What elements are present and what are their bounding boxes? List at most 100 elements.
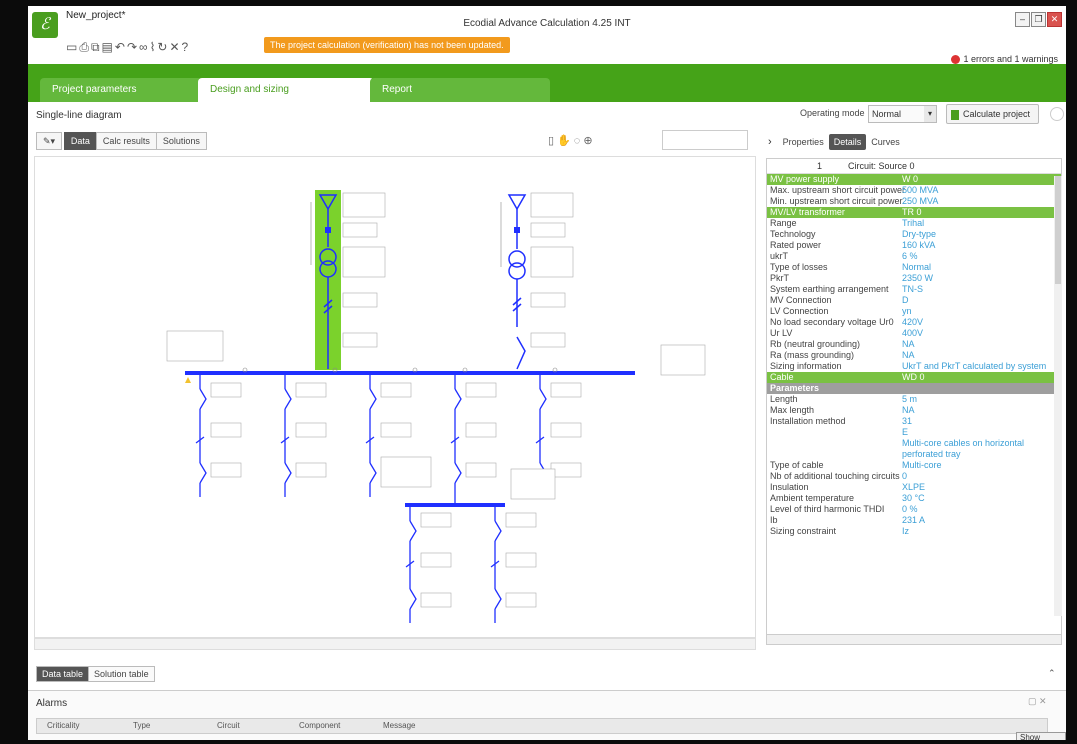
details-row[interactable]: Insulation XLPE [767, 482, 1061, 493]
calculate-project-button[interactable]: Calculate project [946, 104, 1040, 124]
column-circuit[interactable]: Circuit [217, 719, 240, 733]
chevron-up-icon[interactable]: ⌃ [1048, 668, 1056, 679]
operating-mode-select[interactable]: Normal ▾ [868, 105, 937, 123]
diagram-search-input[interactable] [662, 130, 748, 150]
details-row[interactable]: LV Connection yn [767, 306, 1061, 317]
tab-project-parameters[interactable]: Project parameters [40, 78, 202, 102]
details-row-value [902, 383, 1061, 394]
tab-curves[interactable]: Curves [866, 134, 905, 150]
details-row-value: UkrT and PkrT calculated by system [902, 361, 1047, 371]
details-row[interactable]: Cable WD 0 [767, 372, 1061, 383]
zoom-icon[interactable]: ⊕ [583, 135, 595, 147]
toolbar: ▭⎙⧉▤↶↷∞⌇↻✕? [66, 40, 190, 55]
redo-icon[interactable]: ↷ [127, 40, 139, 54]
details-row[interactable]: MV Connection D [767, 295, 1061, 306]
pen-dropdown-button[interactable]: ✎▾ [36, 132, 63, 150]
details-row[interactable]: PkrT 2350 W [767, 273, 1061, 284]
diagram-horizontal-scrollbar[interactable] [34, 638, 756, 650]
details-row-value: 2350 W [902, 273, 934, 283]
details-row[interactable]: Range Trihal [767, 218, 1061, 229]
delete-icon[interactable]: ✕ [169, 40, 181, 54]
tab-design-and-sizing[interactable]: Design and sizing [198, 78, 374, 102]
details-row[interactable]: Ra (mass grounding) NA [767, 350, 1061, 361]
canvas-tools: ▯✋◌⊕ [548, 134, 596, 147]
single-line-diagram[interactable] [34, 156, 756, 638]
print-icon[interactable]: ⎙ [79, 40, 91, 54]
column-message[interactable]: Message [383, 719, 415, 733]
details-header: 1 Circuit: Source 0 [767, 159, 1061, 174]
column-type[interactable]: Type [133, 719, 150, 733]
chevron-right-icon[interactable]: › [768, 136, 778, 148]
rotate-icon[interactable]: ↻ [157, 40, 169, 54]
details-row-value: TN-S [902, 284, 923, 294]
tab-data-table[interactable]: Data table [36, 666, 90, 682]
data-view-button[interactable]: Data [63, 132, 97, 150]
details-row-value: Dry-type [902, 229, 937, 239]
details-row[interactable]: System earthing arrangement TN-S [767, 284, 1061, 295]
panel-options-icon[interactable] [1050, 107, 1064, 121]
solutions-view-button[interactable]: Solutions [155, 132, 207, 150]
close-icon[interactable]: ✕ [1047, 12, 1062, 27]
details-row-value: 6 % [902, 251, 918, 261]
undo-icon[interactable]: ↶ [115, 40, 127, 54]
details-row[interactable]: Min. upstream short circuit power 250 MVA [767, 196, 1061, 207]
tab-solution-table[interactable]: Solution table [88, 666, 155, 682]
details-horizontal-scrollbar[interactable] [766, 634, 1062, 645]
details-row-key: Nb of additional touching circuits [770, 471, 900, 481]
details-row[interactable]: Nb of additional touching circuits 0 [767, 471, 1061, 482]
details-row[interactable]: Max. upstream short circuit power 500 MVA [767, 185, 1061, 196]
details-row[interactable]: Max length NA [767, 405, 1061, 416]
details-row-value: E [902, 427, 909, 437]
calc-results-view-button[interactable]: Calc results [95, 132, 157, 150]
column-criticality[interactable]: Criticality [47, 719, 79, 733]
details-row[interactable]: Type of losses Normal [767, 262, 1061, 273]
details-row[interactable]: Level of third harmonic THDI 0 % [767, 504, 1061, 515]
errors-indicator[interactable]: 1 errors and 1 warnings [951, 54, 1058, 65]
details-vertical-scrollbar[interactable] [1054, 176, 1062, 616]
calculation-warning-banner[interactable]: The project calculation (verification) h… [264, 37, 510, 53]
tab-report[interactable]: Report [370, 78, 550, 102]
details-row-value: W 0 [902, 174, 919, 184]
details-row[interactable]: Rated power 160 kVA [767, 240, 1061, 251]
details-row-key: MV/LV transformer [770, 207, 845, 217]
new-file-icon[interactable]: ▭ [66, 40, 79, 54]
details-row[interactable]: perforated tray [767, 449, 1061, 460]
details-row[interactable]: ukrT 6 % [767, 251, 1061, 262]
tab-properties[interactable]: Properties [778, 134, 829, 150]
details-row[interactable]: Sizing information UkrT and PkrT calculat… [767, 361, 1061, 372]
help-icon[interactable]: ? [182, 40, 191, 54]
select-icon[interactable]: ▯ [548, 135, 557, 147]
details-row[interactable]: E [767, 427, 1061, 438]
details-row[interactable]: Rb (neutral grounding) NA [767, 339, 1061, 350]
details-row-value: yn [902, 306, 912, 316]
details-row[interactable]: Sizing constraint Iz [767, 526, 1061, 537]
pan-icon[interactable]: ✋ [557, 135, 574, 147]
link-icon[interactable]: ∞ [139, 40, 150, 54]
tab-details[interactable]: Details [828, 134, 867, 150]
details-row[interactable]: No load secondary voltage Ur0 420V [767, 317, 1061, 328]
alarms-controls[interactable]: ▢ ✕ [1028, 696, 1047, 707]
minimize-icon[interactable]: – [1015, 12, 1030, 27]
details-row[interactable]: MV/LV transformer TR 0 [767, 207, 1061, 218]
details-row[interactable]: Ambient temperature 30 °C [767, 493, 1061, 504]
details-row-key: Technology [770, 229, 816, 239]
details-row[interactable]: Length 5 m [767, 394, 1061, 405]
details-row-key: Cable [770, 372, 794, 382]
details-row-value: XLPE [902, 482, 926, 492]
copy-icon[interactable]: ⧉ [91, 40, 102, 54]
details-row[interactable]: Ib 231 A [767, 515, 1061, 526]
details-row[interactable]: Type of cable Multi-core [767, 460, 1061, 471]
column-component[interactable]: Component [299, 719, 340, 733]
paste-icon[interactable]: ▤ [102, 40, 115, 54]
details-row-value: NA [902, 350, 915, 360]
restore-icon[interactable]: ❐ [1031, 12, 1046, 27]
details-row[interactable]: Technology Dry-type [767, 229, 1061, 240]
details-row[interactable]: MV power supply W 0 [767, 174, 1061, 185]
lasso-icon[interactable]: ◌ [574, 135, 584, 147]
details-row[interactable]: Parameters [767, 383, 1061, 394]
details-row[interactable]: Installation method 31 [767, 416, 1061, 427]
details-row-key: Ib [770, 515, 778, 525]
details-row[interactable]: Ur LV 400V [767, 328, 1061, 339]
details-row-key: PkrT [770, 273, 789, 283]
details-row[interactable]: Multi-core cables on horizontal [767, 438, 1061, 449]
